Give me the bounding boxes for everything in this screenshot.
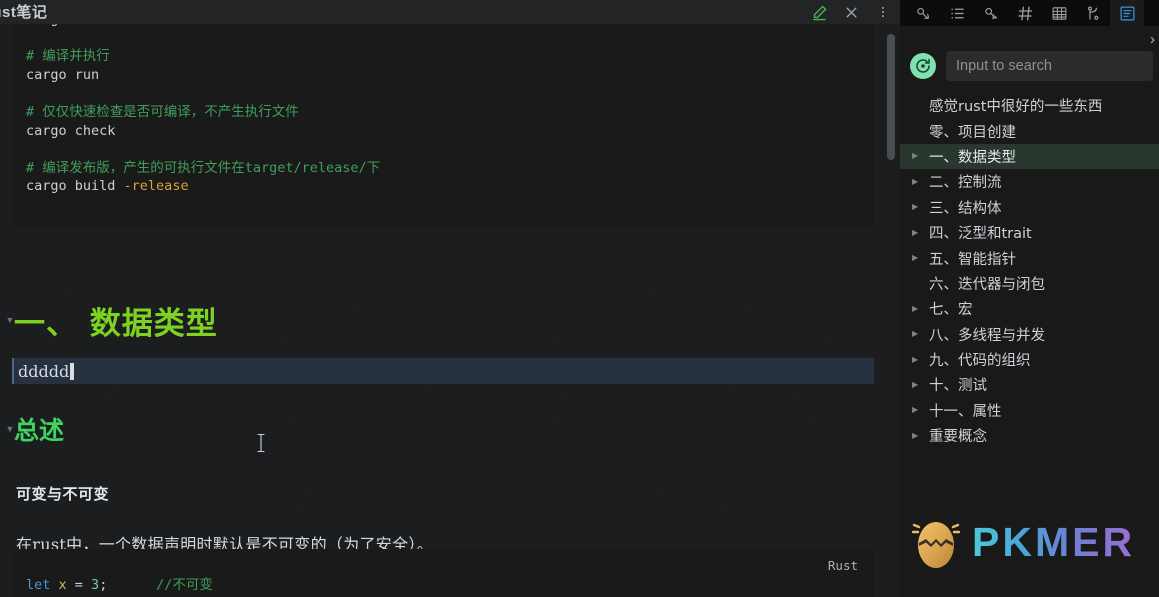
outline-item-4[interactable]: ▶ 三、结构体 xyxy=(900,195,1159,220)
chevron-right-icon[interactable]: ▶ xyxy=(912,380,929,389)
outline-item-label: 六、迭代器与闭包 xyxy=(929,276,1045,293)
outline-item-0[interactable]: ▶ 感觉rust中很好的一些东西 xyxy=(900,93,1159,118)
chevron-right-icon[interactable]: ▶ xyxy=(912,254,929,262)
version-branch-icon[interactable] xyxy=(1076,0,1110,26)
pkmer-wordmark: PKMER xyxy=(972,518,1136,565)
outline-item-label: 七、宏 xyxy=(929,302,973,319)
outline-item-2-selected[interactable]: ▶ 一、数据类型 xyxy=(900,143,1159,170)
outline-item-label: 感觉rust中很好的一些东西 xyxy=(929,99,1103,116)
close-icon[interactable] xyxy=(842,3,860,21)
right-sidebar: ▶ 感觉rust中很好的一些东西 ▶ 零、项目创建 ▶ 一、数据类型 ▶ 二、控… xyxy=(900,0,1159,597)
chevron-right-icon[interactable]: ▶ xyxy=(912,152,929,160)
bold-paragraph: 可变与不可变 xyxy=(16,485,110,503)
code-line: cargo run xyxy=(26,66,100,83)
link-graph-icon[interactable] xyxy=(906,0,940,26)
outline-item-12[interactable]: ▶ 十一、属性 xyxy=(900,398,1159,423)
outline-item-11[interactable]: ▶ 十、测试 xyxy=(900,372,1159,397)
outline-item-1[interactable]: ▶ 零、项目创建 xyxy=(900,118,1159,143)
code-keyword: let xyxy=(26,576,51,593)
outline-list[interactable]: ▶ 感觉rust中很好的一些东西 ▶ 零、项目创建 ▶ 一、数据类型 ▶ 二、控… xyxy=(900,93,1159,473)
heading2-text: 总述 xyxy=(14,416,65,445)
chevron-right-icon[interactable]: ▶ xyxy=(912,330,929,338)
outline-item-label: 四、泛型和trait xyxy=(929,226,1032,243)
outline-item-10[interactable]: ▶ 九、代码的组织 xyxy=(900,347,1159,372)
outline-item-label: 零、项目创建 xyxy=(929,124,1016,141)
outline-item-9[interactable]: ▶ 八、多线程与并发 xyxy=(900,322,1159,347)
pkmer-egg-logo-icon xyxy=(911,522,961,568)
code-number: 3 xyxy=(91,576,100,593)
document-titlebar: rust笔记 xyxy=(0,0,900,24)
code-flag: -release xyxy=(123,178,189,195)
chevron-right-icon[interactable]: ▶ xyxy=(912,177,929,186)
edit-pencil-icon[interactable] xyxy=(810,3,828,21)
active-line-text: ddddd xyxy=(18,361,70,381)
outline-item-label: 一、数据类型 xyxy=(929,149,1016,166)
chevron-right-icon[interactable]: ▶ xyxy=(912,355,929,364)
code-line-comment: # 编译并执行 xyxy=(26,48,110,65)
backlink-icon[interactable] xyxy=(974,0,1008,26)
bullet-list-icon[interactable] xyxy=(940,0,974,26)
refresh-circle-icon[interactable] xyxy=(910,53,936,79)
code-block-rust[interactable]: Rust let x = 3; //不可变 xyxy=(12,549,874,597)
more-options-icon[interactable] xyxy=(874,3,892,21)
document-title: rust笔记 xyxy=(0,4,48,21)
sidebar-toolbar xyxy=(900,0,1159,26)
editor-scrollbar-thumb[interactable] xyxy=(887,34,895,160)
chevron-right-icon[interactable]: ▶ xyxy=(912,304,929,313)
outline-item-label: 十一、属性 xyxy=(929,403,1002,420)
table-grid-icon[interactable] xyxy=(1042,0,1076,26)
outline-item-13[interactable]: ▶ 重要概念 xyxy=(900,423,1159,448)
outline-item-label: 二、控制流 xyxy=(929,175,1002,192)
search-input[interactable] xyxy=(946,51,1153,81)
code-text: cargo build xyxy=(26,178,124,195)
heading2-row[interactable]: ▼ 总述 xyxy=(0,410,888,448)
outline-item-label: 九、代码的组织 xyxy=(929,353,1031,370)
tag-hash-icon[interactable] xyxy=(1008,0,1042,26)
chevron-right-icon[interactable]: ▶ xyxy=(912,228,929,237)
editor-content[interactable]: cargo build # 编译并执行 cargo run # 仅仅快速检查是否… xyxy=(0,2,888,597)
text-caret xyxy=(70,362,75,380)
heading1-text: 一、 数据类型 xyxy=(14,305,218,342)
editor-scrollbar[interactable] xyxy=(886,24,896,597)
note-editor-pane: rust笔记 xyxy=(0,0,900,597)
app-root: rust笔记 xyxy=(0,0,1159,597)
code-line: cargo check xyxy=(26,122,116,139)
outline-item-label: 五、智能指针 xyxy=(929,251,1016,268)
chevron-right-icon[interactable]: ▶ xyxy=(912,203,929,211)
code-line: cargo build -release xyxy=(12,177,874,196)
outline-item-label: 十、测试 xyxy=(929,378,987,395)
pkmer-watermark: PKMER xyxy=(908,511,1135,573)
active-editor-line[interactable]: ddddd xyxy=(12,358,874,384)
code-operator: = xyxy=(74,576,92,593)
outline-item-8[interactable]: ▶ 七、宏 xyxy=(900,296,1159,321)
outline-panel-icon[interactable] xyxy=(1110,0,1144,26)
sidebar-collapse-chevron-icon[interactable]: › xyxy=(1150,31,1155,48)
heading1-row[interactable]: ▼ 一、 数据类型 xyxy=(0,295,888,345)
titlebar-actions xyxy=(810,0,892,24)
outline-item-label: 重要概念 xyxy=(929,429,987,446)
code-line-comment: # 编译发布版，产生的可执行文件在target/release/下 xyxy=(26,159,381,176)
code-line: let x = 3; //不可变 xyxy=(12,576,874,595)
outline-item-3[interactable]: ▶ 二、控制流 xyxy=(900,169,1159,194)
code-variable: x xyxy=(50,576,75,593)
code-line-comment: # 仅仅快速检查是否可编译，不产生执行文件 xyxy=(26,103,299,120)
code-comment: //不可变 xyxy=(156,576,213,593)
chevron-right-icon[interactable]: ▶ xyxy=(912,431,929,440)
outline-item-label: 三、结构体 xyxy=(929,200,1002,217)
outline-item-6[interactable]: ▶ 五、智能指针 xyxy=(900,245,1159,270)
outline-item-7[interactable]: ▶ 六、迭代器与闭包 xyxy=(900,271,1159,296)
outline-item-label: 八、多线程与并发 xyxy=(929,327,1045,344)
code-block-cargo[interactable]: cargo build # 编译并执行 cargo run # 仅仅快速检查是否… xyxy=(12,2,874,228)
chevron-right-icon[interactable]: ▶ xyxy=(912,406,929,414)
code-language-label: Rust xyxy=(827,558,858,573)
sidebar-search-row xyxy=(900,48,1159,84)
outline-item-5[interactable]: ▶ 四、泛型和trait xyxy=(900,220,1159,245)
